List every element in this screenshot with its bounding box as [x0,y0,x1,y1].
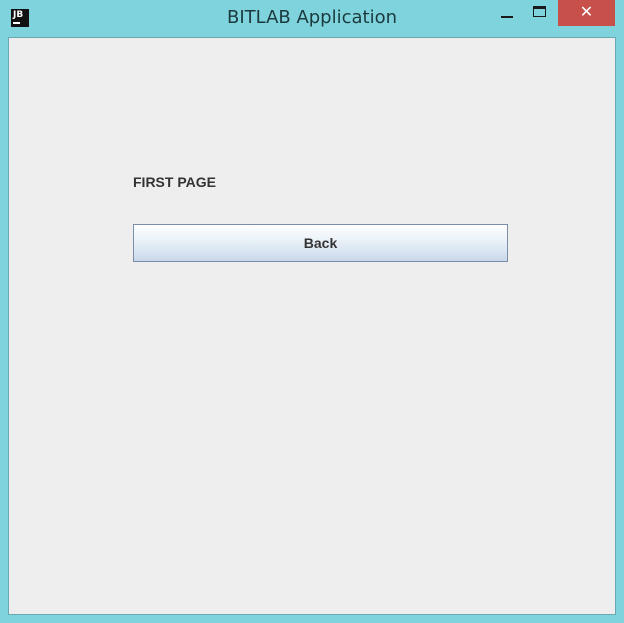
title-bar[interactable]: JB BITLAB Application ✕ [0,0,624,36]
app-window: JB BITLAB Application ✕ FIRST PAGE Back [0,0,624,623]
maximize-button[interactable] [524,0,556,26]
close-button[interactable]: ✕ [558,0,615,26]
page-label: FIRST PAGE [133,174,216,190]
back-button[interactable]: Back [133,224,508,262]
minimize-button[interactable] [492,0,522,26]
content-panel: FIRST PAGE Back [8,37,616,615]
minimize-icon [501,16,513,18]
close-icon: ✕ [579,2,594,21]
maximize-icon [533,6,546,17]
